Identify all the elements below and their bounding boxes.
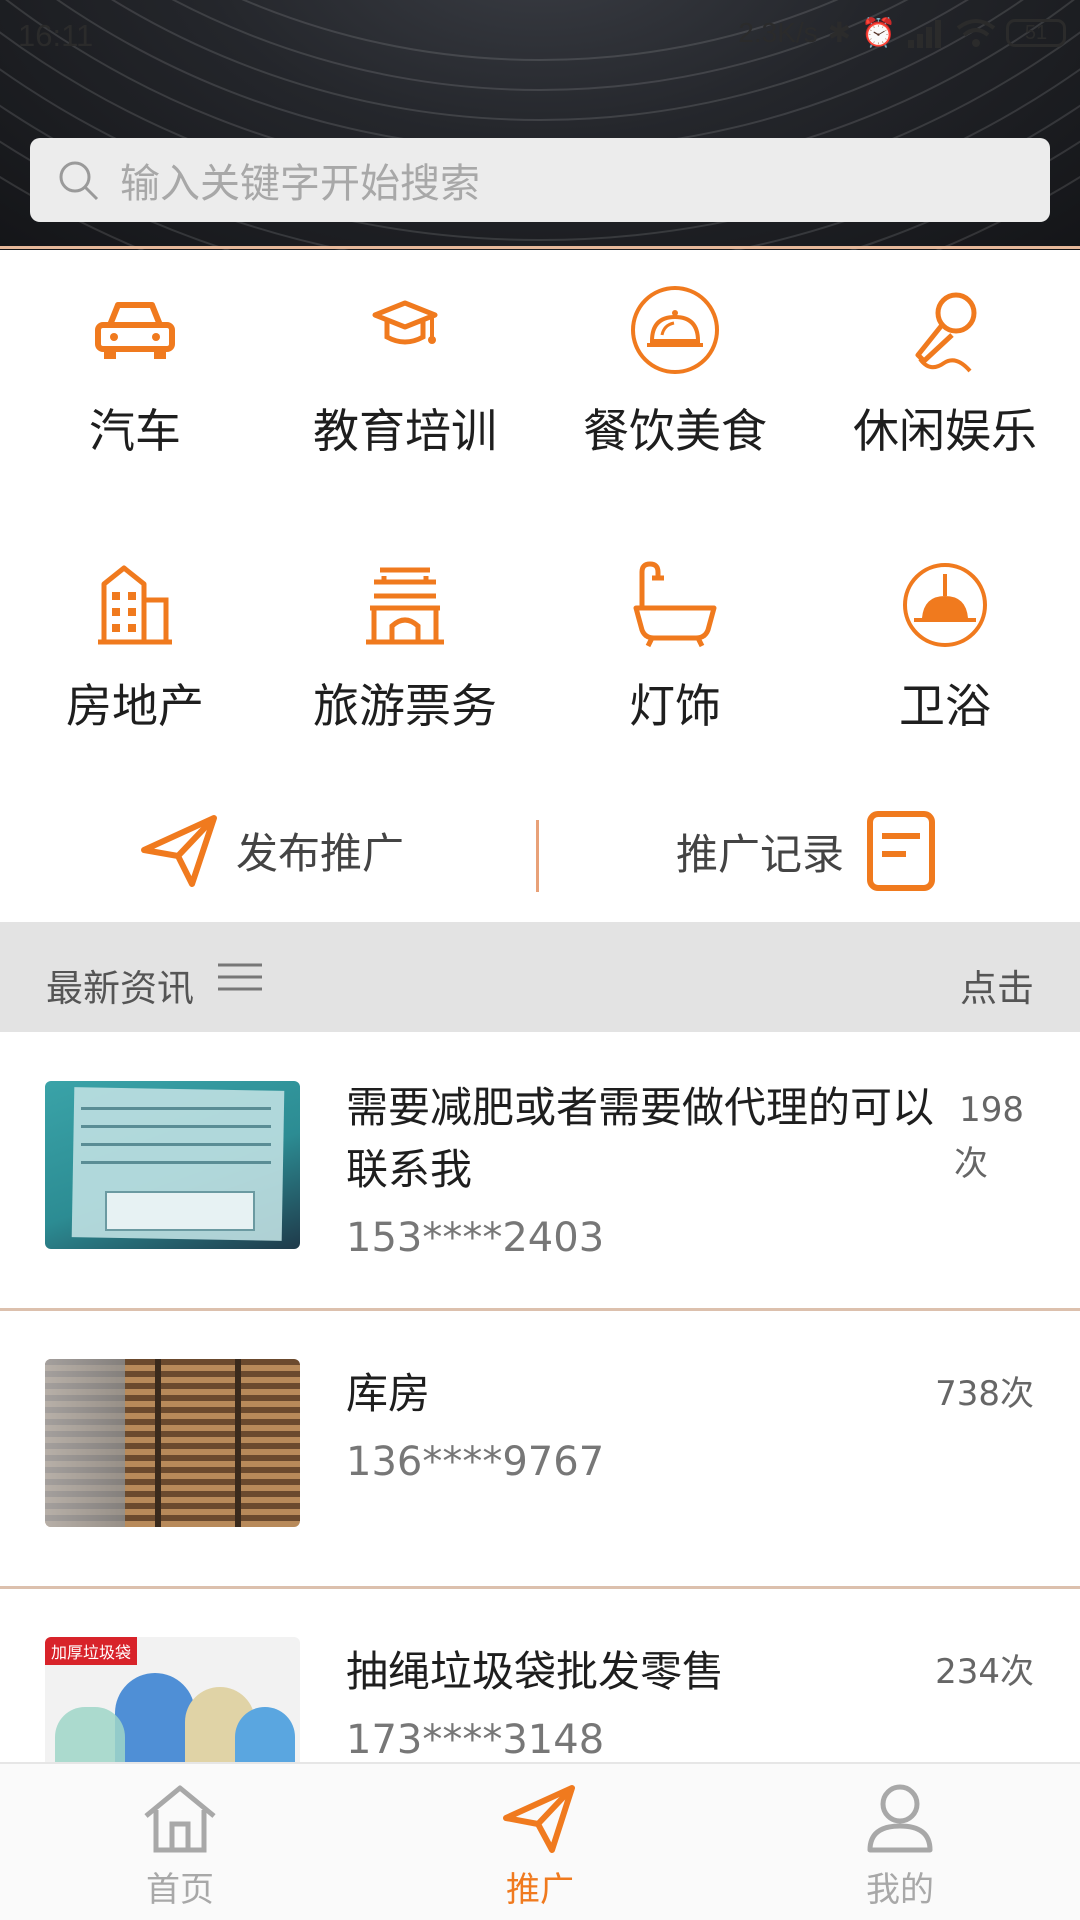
network-speed: 2.3K/s (738, 16, 818, 48)
thumbnail-badge: 加厚垃圾袋 (45, 1637, 138, 1665)
category-label: 休闲娱乐 (853, 404, 1037, 458)
bathtub-icon (633, 561, 717, 648)
category-label: 灯饰 (629, 679, 721, 733)
promotion-records-button[interactable]: 推广记录 (676, 810, 936, 892)
user-icon (867, 1784, 933, 1853)
item-thumbnail (45, 1359, 300, 1527)
category-label: 房地产 (66, 679, 204, 733)
news-title: 最新资讯 (46, 967, 194, 1010)
item-phone: 136****9767 (346, 1439, 605, 1485)
category-food[interactable]: 餐饮美食 (540, 285, 810, 505)
search-bar[interactable]: 输入关键字开始搜索 (30, 138, 1050, 222)
tab-home[interactable]: 首页 (80, 1782, 280, 1911)
category-leisure[interactable]: 休闲娱乐 (810, 285, 1080, 505)
lamp-icon (903, 563, 987, 647)
item-views-unit: 次 (954, 1144, 988, 1184)
category-label: 旅游票务 (313, 679, 497, 733)
bottom-tab-bar: 首页 推广 我的 (0, 1762, 1080, 1920)
item-views: 198 (959, 1090, 1024, 1130)
category-label: 卫浴 (899, 679, 991, 733)
building-icon (98, 565, 172, 645)
item-title-line2: 联系我 (346, 1145, 473, 1194)
publish-label: 发布推广 (236, 828, 405, 878)
item-title: 抽绳垃圾袋批发零售 (346, 1647, 725, 1696)
search-placeholder[interactable]: 输入关键字开始搜索 (120, 151, 480, 209)
separator (0, 1586, 1080, 1589)
search-icon (59, 161, 99, 201)
status-bar: 16:11 2.3K/s ✱ ⏰ 51 (0, 0, 1080, 70)
clicks-column-label: 点击 (960, 967, 1034, 1010)
category-label: 汽车 (89, 404, 181, 458)
graduation-cap-icon (372, 300, 438, 345)
list-item[interactable]: 需要减肥或者需要做代理的可以 联系我 153****2403 198 次 (0, 1035, 1080, 1313)
microphone-icon (915, 292, 977, 373)
category-real-estate[interactable]: 房地产 (0, 560, 270, 780)
category-bathroom[interactable]: 卫浴 (810, 560, 1080, 780)
header-banner: 16:11 2.3K/s ✱ ⏰ 51 输入关键字开始搜索 (0, 0, 1080, 250)
food-cloche-icon (631, 286, 719, 374)
paper-plane-icon (503, 1785, 575, 1853)
tab-promote[interactable]: 推广 (440, 1782, 640, 1911)
list-item[interactable]: 库房 136****9767 738次 (0, 1313, 1080, 1591)
category-education[interactable]: 教育培训 (270, 285, 540, 505)
divider (536, 820, 539, 892)
category-car[interactable]: 汽车 (0, 285, 270, 505)
separator (0, 1308, 1080, 1311)
item-title: 需要减肥或者需要做代理的可以 (346, 1083, 935, 1132)
alarm-icon: ⏰ (861, 16, 896, 49)
menu-icon[interactable] (218, 962, 262, 992)
signal-icon (908, 19, 941, 48)
category-label: 餐饮美食 (583, 404, 767, 458)
publish-promotion-button[interactable]: 发布推广 (140, 810, 404, 890)
item-views: 738次 (935, 1374, 1034, 1414)
tab-profile[interactable]: 我的 (800, 1782, 1000, 1911)
records-label: 推广记录 (676, 829, 845, 879)
news-header: 最新资讯 点击 (0, 922, 1080, 1032)
category-label: 教育培训 (313, 404, 497, 458)
item-phone: 153****2403 (346, 1215, 605, 1261)
paper-plane-icon (141, 815, 217, 887)
item-phone: 173****3148 (346, 1717, 605, 1763)
bluetooth-icon: ✱ (827, 16, 852, 49)
category-travel[interactable]: 旅游票务 (270, 560, 540, 780)
category-lighting[interactable]: 灯饰 (540, 560, 810, 780)
wifi-icon (956, 18, 996, 47)
tab-label: 我的 (866, 1870, 934, 1910)
status-time: 16:11 (18, 18, 94, 53)
item-thumbnail (45, 1081, 300, 1249)
gate-tower-icon (366, 567, 444, 645)
tab-label: 首页 (146, 1870, 214, 1910)
item-title: 库房 (346, 1369, 431, 1418)
tab-label: 推广 (506, 1870, 574, 1910)
document-list-icon (867, 811, 936, 891)
item-views: 234次 (935, 1652, 1034, 1692)
action-row: 发布推广 推广记录 (0, 800, 1080, 910)
home-icon (144, 1785, 216, 1853)
battery-icon: 51 (1006, 18, 1066, 47)
car-icon (95, 302, 175, 359)
